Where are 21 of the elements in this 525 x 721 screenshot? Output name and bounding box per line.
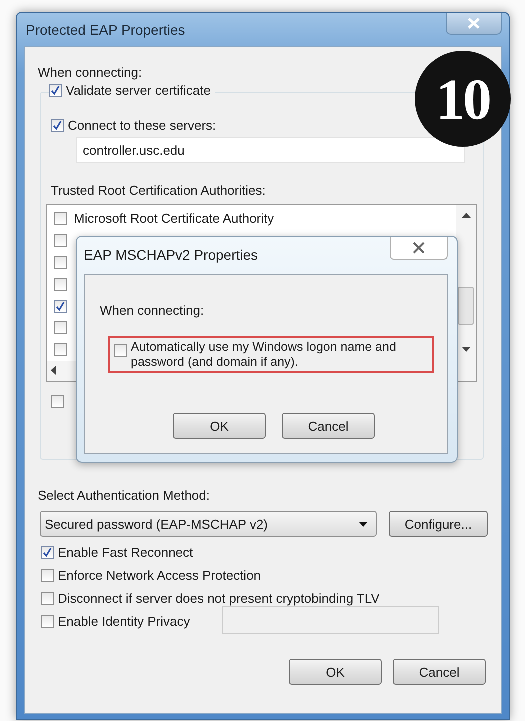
section-label: Select Authentication Method: — [38, 488, 212, 503]
ok-button[interactable]: OK — [289, 659, 382, 685]
list-item[interactable]: Microsoft Root Certificate Authority — [74, 211, 274, 226]
prompt-label: When connecting: — [100, 303, 206, 318]
cancel-button[interactable]: Cancel — [393, 659, 486, 685]
ok-button[interactable]: OK — [173, 413, 266, 439]
section-label: Trusted Root Certification Authorities: — [51, 183, 267, 198]
checkbox-label: Automatically use my Windows logon name and password (and domain if any). — [131, 340, 398, 370]
dialog-title: EAP MSCHAPv2 Properties — [84, 247, 258, 263]
checkbox-label: Enable Fast Reconnect — [58, 545, 194, 560]
section-label: When connecting: — [38, 65, 144, 80]
checkbox-label: Connect to these servers: — [68, 118, 216, 133]
cancel-button[interactable]: Cancel — [282, 413, 375, 439]
checkbox-label: Disconnect if server does not present cryptobinding TLV — [58, 591, 380, 606]
server-field[interactable]: controller.usc.edu — [76, 137, 465, 163]
checkbox-label: Validate server certificate — [66, 83, 211, 98]
method-dropdown[interactable]: Secured password (EAP-MSCHAP v2) — [40, 511, 377, 537]
checkbox-label: Enforce Network Access Protection — [58, 568, 262, 583]
checkbox-label: Enable Identity Privacy — [58, 614, 190, 629]
window-title: Protected EAP Properties — [25, 22, 186, 38]
configure-button[interactable]: Configure... — [388, 511, 488, 537]
